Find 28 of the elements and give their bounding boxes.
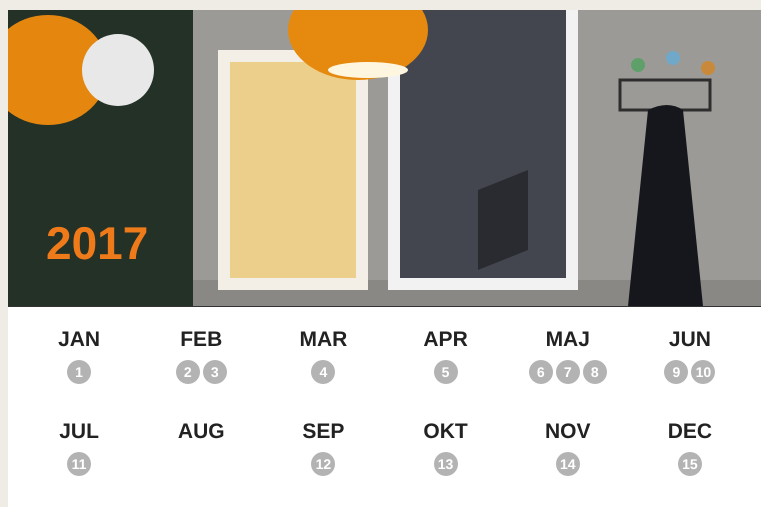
number-badge: 1 <box>67 360 92 384</box>
month-label: JUL <box>59 421 99 442</box>
month-label: JUN <box>668 329 711 350</box>
number-badge: 14 <box>556 452 580 476</box>
number-badge: 11 <box>67 452 92 476</box>
number-badge: 4 <box>311 360 336 384</box>
number-badge: 9 <box>664 360 688 384</box>
number-badge: 5 <box>434 360 458 384</box>
month-label: NOV <box>544 421 590 442</box>
month-label: DEC <box>668 421 712 442</box>
month-label: JAN <box>58 329 100 350</box>
number-badge: 8 <box>582 360 607 384</box>
number-badge: 7 <box>556 360 580 384</box>
month-label: AUG <box>178 421 225 442</box>
month-label: SEP <box>302 421 344 442</box>
number-badge: 15 <box>678 452 702 476</box>
number-badge: 13 <box>434 452 458 476</box>
month-label: MAJ <box>546 329 590 350</box>
month-label: FEB <box>180 329 222 350</box>
year-title: 2017 <box>46 220 148 266</box>
month-label: OKT <box>423 421 468 442</box>
month-label: APR <box>423 329 468 350</box>
number-badge: 3 <box>202 360 227 384</box>
number-badge: 12 <box>311 452 336 476</box>
number-badge: 6 <box>528 360 553 384</box>
month-label: MAR <box>299 329 348 350</box>
number-badge: 10 <box>691 360 716 384</box>
number-badge: 2 <box>176 360 200 384</box>
